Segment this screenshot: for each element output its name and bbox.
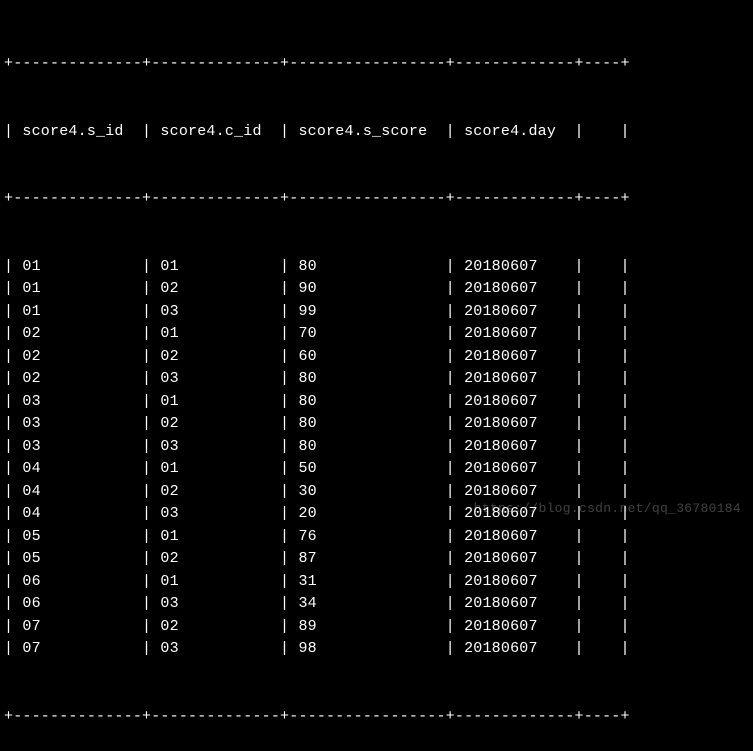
table-row: | 04 | 01 | 50 | 20180607 | |	[4, 458, 749, 481]
table-row: | 01 | 03 | 99 | 20180607 | |	[4, 301, 749, 324]
table-row: | 03 | 03 | 80 | 20180607 | |	[4, 436, 749, 459]
table-row: | 07 | 02 | 89 | 20180607 | |	[4, 616, 749, 639]
table-row: | 01 | 02 | 90 | 20180607 | |	[4, 278, 749, 301]
table-border-top: +--------------+--------------+---------…	[4, 53, 749, 76]
table-border-mid: +--------------+--------------+---------…	[4, 188, 749, 211]
table-row: | 05 | 01 | 76 | 20180607 | |	[4, 526, 749, 549]
table-header-row: | score4.s_id | score4.c_id | score4.s_s…	[4, 121, 749, 144]
table-row: | 07 | 03 | 98 | 20180607 | |	[4, 638, 749, 661]
table-body: | 01 | 01 | 80 | 20180607 | || 01 | 02 |…	[4, 256, 749, 661]
table-row: | 04 | 02 | 30 | 20180607 | |	[4, 481, 749, 504]
table-row: | 05 | 02 | 87 | 20180607 | |	[4, 548, 749, 571]
table-row: | 01 | 01 | 80 | 20180607 | |	[4, 256, 749, 279]
table-row: | 04 | 03 | 20 | 20180607 | |	[4, 503, 749, 526]
table-row: | 02 | 02 | 60 | 20180607 | |	[4, 346, 749, 369]
table-row: | 02 | 03 | 80 | 20180607 | |	[4, 368, 749, 391]
table-border-bottom: +--------------+--------------+---------…	[4, 706, 749, 729]
table-row: | 06 | 03 | 34 | 20180607 | |	[4, 593, 749, 616]
table-row: | 03 | 01 | 80 | 20180607 | |	[4, 391, 749, 414]
terminal-output: +--------------+--------------+---------…	[4, 8, 749, 751]
table-row: | 03 | 02 | 80 | 20180607 | |	[4, 413, 749, 436]
table-row: | 06 | 01 | 31 | 20180607 | |	[4, 571, 749, 594]
table-row: | 02 | 01 | 70 | 20180607 | |	[4, 323, 749, 346]
